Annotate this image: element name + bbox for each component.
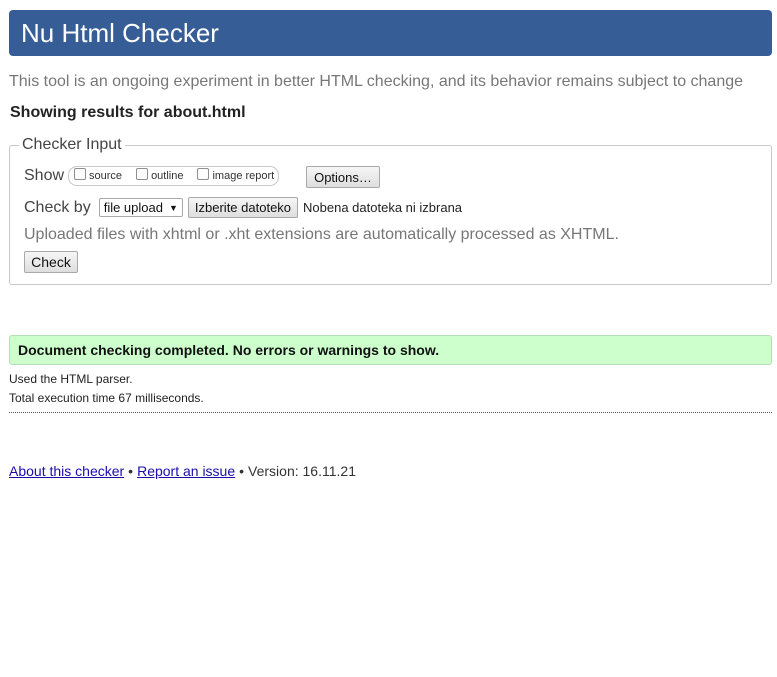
check-button[interactable]: Check xyxy=(24,251,78,273)
chevron-down-icon: ▼ xyxy=(168,202,178,213)
image-report-checkbox[interactable] xyxy=(197,168,210,180)
upload-note: Uploaded files with xhtml or .xht extens… xyxy=(24,226,619,243)
source-checkbox[interactable] xyxy=(74,168,87,180)
options-button[interactable]: Options… xyxy=(306,166,380,188)
source-checkbox-label[interactable]: source xyxy=(89,170,122,182)
page: Nu Html Checker This tool is an ongoing … xyxy=(0,0,777,677)
checker-input-legend: Checker Input xyxy=(19,136,125,154)
results-heading: Showing results for about.html xyxy=(10,104,246,121)
version-text: Version: 16.11.21 xyxy=(248,463,356,479)
check-by-row: Check by file upload ▼ Izberite datoteko… xyxy=(24,197,462,218)
checker-input-fieldset: Checker Input Show source outline image … xyxy=(9,136,772,285)
execution-time-note: Total execution time 67 milliseconds. xyxy=(9,391,204,405)
report-issue-link[interactable]: Report an issue xyxy=(137,463,235,479)
success-message: Document checking completed. No errors o… xyxy=(18,342,440,358)
choose-file-button[interactable]: Izberite datoteko xyxy=(187,197,299,218)
show-outline-option[interactable]: outline xyxy=(136,168,183,182)
footer-separator: • xyxy=(128,463,134,479)
footer-separator: • xyxy=(239,463,245,479)
show-label: Show xyxy=(24,167,65,184)
show-options-group: source outline image report xyxy=(68,166,280,186)
success-message-box: Document checking completed. No errors o… xyxy=(9,335,772,365)
check-by-selected-value: file upload xyxy=(103,200,163,215)
image-report-checkbox-label[interactable]: image report xyxy=(212,170,274,182)
outline-checkbox-label[interactable]: outline xyxy=(151,170,183,182)
check-by-label: Check by xyxy=(24,198,91,216)
show-source-option[interactable]: source xyxy=(74,168,122,182)
check-by-select[interactable]: file upload ▼ xyxy=(98,198,183,217)
divider xyxy=(9,412,772,413)
intro-text: This tool is an ongoing experiment in be… xyxy=(9,73,744,90)
parser-note: Used the HTML parser. xyxy=(9,372,133,386)
footer: About this checker • Report an issue • Versi… xyxy=(9,463,356,479)
file-status-text: Nobena datoteka ni izbrana xyxy=(303,200,463,215)
show-image-report-option[interactable]: image report xyxy=(197,168,274,182)
outline-checkbox[interactable] xyxy=(136,168,149,180)
header-bar: Nu Html Checker xyxy=(9,10,772,56)
show-row: Show source outline image report xyxy=(24,166,280,186)
about-checker-link[interactable]: About this checker xyxy=(9,463,124,479)
page-title: Nu Html Checker xyxy=(21,17,219,48)
